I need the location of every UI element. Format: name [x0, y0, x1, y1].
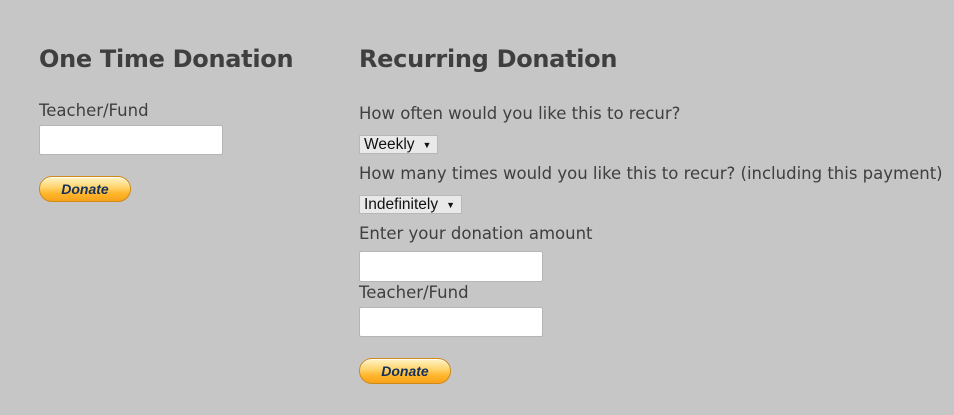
recur-count-label: How many times would you like this to re…	[359, 164, 943, 183]
one-time-donation-heading: One Time Donation	[39, 45, 294, 73]
one-time-fund-label: Teacher/Fund	[39, 101, 149, 120]
recurring-donate-button[interactable]: Donate	[359, 358, 451, 384]
recur-count-value: Indefinitely	[364, 195, 439, 213]
one-time-donate-button[interactable]: Donate	[39, 176, 131, 202]
dropdown-arrow-icon: ▼	[422, 139, 432, 150]
recurring-fund-input[interactable]	[359, 307, 543, 337]
recur-frequency-value: Weekly	[364, 135, 415, 153]
recurring-donation-heading: Recurring Donation	[359, 45, 618, 73]
donation-amount-label: Enter your donation amount	[359, 224, 593, 243]
recur-frequency-select[interactable]: Weekly ▼	[359, 135, 439, 154]
dropdown-arrow-icon: ▼	[446, 199, 456, 210]
recurring-fund-label: Teacher/Fund	[359, 283, 469, 302]
recur-frequency-label: How often would you like this to recur?	[359, 104, 681, 123]
recur-count-select[interactable]: Indefinitely ▼	[359, 195, 463, 214]
one-time-fund-input[interactable]	[39, 125, 223, 155]
donation-amount-input[interactable]	[359, 251, 543, 282]
